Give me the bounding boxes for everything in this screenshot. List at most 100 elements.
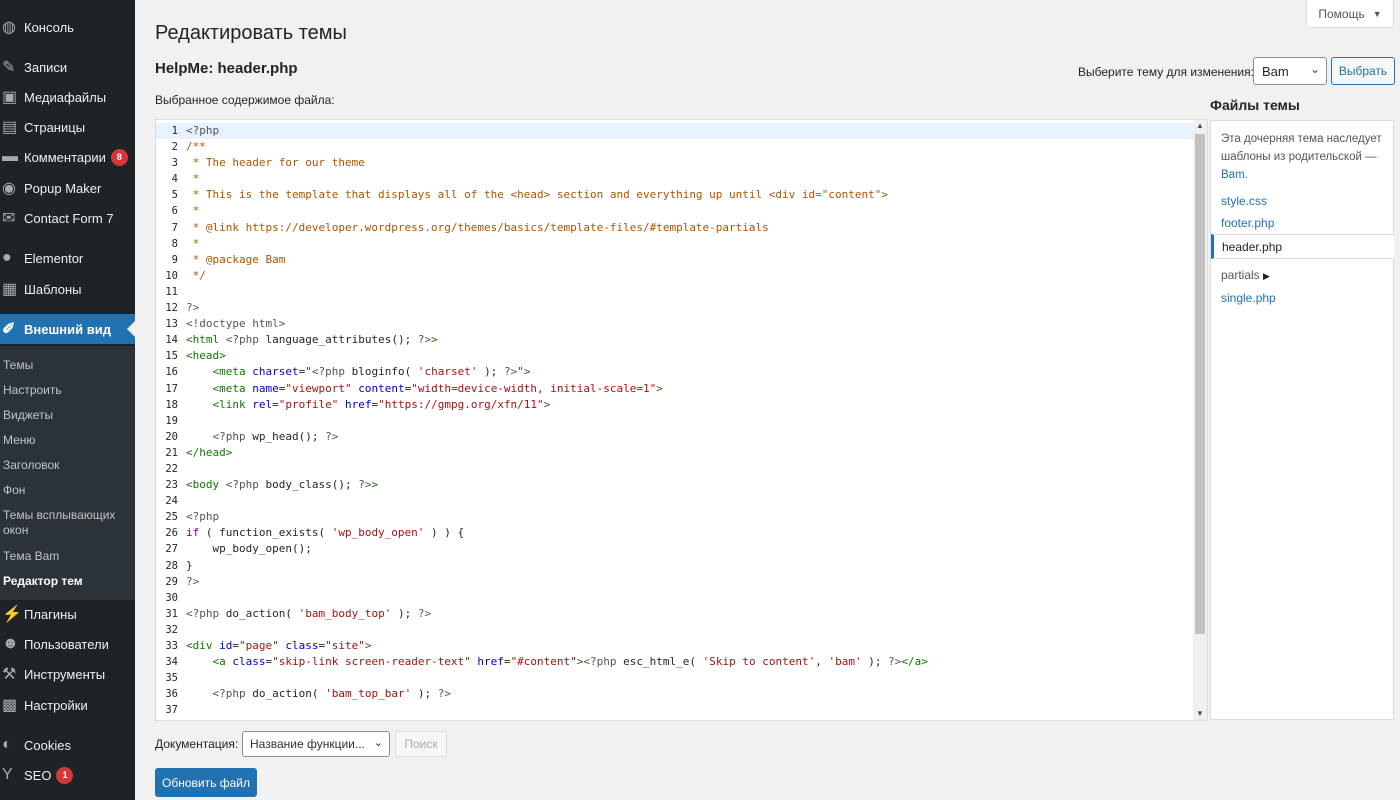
- sidebar-item-templates[interactable]: ▦ Шаблоны: [0, 274, 135, 304]
- editor-scrollbar[interactable]: ▲ ▼: [1193, 120, 1207, 720]
- admin-sidebar: ◍ Консоль ✎ Записи ▣ Медиафайлы ▤ Страницы ▬ Комм…: [0, 0, 135, 800]
- file-link-single-php[interactable]: single.php: [1221, 291, 1276, 305]
- submenu-item[interactable]: Заголовок: [3, 458, 133, 473]
- scroll-down-arrow-icon[interactable]: ▼: [1193, 708, 1207, 720]
- code-line: 7 * @link https://developer.wordpress.or…: [156, 220, 1193, 236]
- comments-icon: ▬: [2, 148, 18, 165]
- sidebar-item-elementor[interactable]: ● Elementor: [0, 243, 135, 273]
- file-link-style-css[interactable]: style.css: [1221, 194, 1267, 208]
- sidebar-item-tools[interactable]: ⚒ Инструменты: [0, 659, 135, 689]
- code-line: 28}: [156, 558, 1193, 574]
- file-link-header-php[interactable]: header.php: [1211, 234, 1394, 259]
- line-number: 23: [165, 479, 178, 492]
- sidebar-item-popup[interactable]: ◉ Popup Maker: [0, 173, 135, 203]
- plugins-icon: ⚡: [2, 606, 22, 623]
- chevron-down-icon: ⌄: [1309, 62, 1320, 76]
- code-line: 19: [156, 413, 1193, 429]
- sidebar-item-label: Записи: [24, 59, 68, 75]
- code-text: <a class="skip-link screen-reader-text" …: [212, 655, 928, 669]
- sidebar-item-dashboard[interactable]: ◍ Консоль: [0, 12, 135, 42]
- line-number: 1: [171, 125, 178, 137]
- mail-icon: ✉: [2, 210, 16, 227]
- sidebar-item-pin[interactable]: ✎ Записи: [0, 52, 135, 82]
- theme-select[interactable]: Bam ⌄: [1253, 57, 1327, 85]
- code-line: 3 * The header for our theme: [156, 155, 1193, 171]
- sidebar-item-appearance[interactable]: ✐ Внешний вид: [0, 314, 135, 344]
- file-content-label: Выбранное содержимое файла:: [155, 93, 335, 107]
- code-line: 36 <?php do_action( 'bam_top_bar' ); ?>: [156, 686, 1193, 702]
- count-badge: 8: [110, 148, 128, 166]
- sidebar-item-label: Cookies: [24, 737, 71, 753]
- code-line: 35: [156, 670, 1193, 686]
- line-number: 32: [165, 623, 178, 636]
- sidebar-item-label: Консоль: [24, 19, 74, 35]
- scroll-up-arrow-icon[interactable]: ▲: [1193, 120, 1207, 132]
- code-text: *: [186, 236, 200, 250]
- scroll-thumb[interactable]: [1195, 134, 1205, 634]
- line-number: 6: [171, 205, 178, 218]
- code-line: 5 * This is the template that displays a…: [156, 187, 1193, 203]
- help-button[interactable]: Помощь ▼: [1306, 0, 1394, 28]
- code-text: </head>: [186, 445, 233, 459]
- code-editor[interactable]: 1 <?php 2/** 3 * The header for our theme 4 …: [155, 119, 1208, 721]
- sidebar-item-pages[interactable]: ▤ Страницы: [0, 112, 135, 142]
- sidebar-item-label: Пользователи: [24, 636, 109, 652]
- submenu-item[interactable]: Редактор тем: [3, 574, 133, 589]
- code-line: 23 <body <?php body_class(); ?>>: [156, 477, 1193, 493]
- child-theme-note-end: .: [1244, 169, 1248, 181]
- file-title: HelpMe: header.php: [155, 60, 298, 77]
- code-text: <body <?php body_class(); ?>>: [186, 478, 379, 492]
- code-text: if ( function_exists( 'wp_body_open' ) )…: [186, 526, 465, 540]
- code-line: 6 *: [156, 203, 1193, 219]
- code-line: 31 <?php do_action( 'bam_body_top' ); ?>: [156, 606, 1193, 622]
- sidebar-item-users[interactable]: ☻ Пользователи: [0, 629, 135, 659]
- code-line: 30: [156, 590, 1193, 606]
- line-number: 17: [165, 382, 178, 395]
- submenu-item[interactable]: Настроить: [3, 383, 133, 398]
- lookup-button[interactable]: Поиск: [395, 731, 447, 757]
- folder-partials[interactable]: partials ▶: [1221, 268, 1270, 282]
- sidebar-item-settings[interactable]: ▩ Настройки: [0, 690, 135, 720]
- code-text: }: [186, 558, 193, 572]
- code-text: <?php: [186, 124, 220, 137]
- code-text: <meta charset="<?php bloginfo( 'charset'…: [212, 365, 531, 379]
- line-number: 21: [165, 446, 178, 459]
- code-line: 22: [156, 461, 1193, 477]
- submenu-item[interactable]: Фон: [3, 483, 133, 498]
- choose-theme-button[interactable]: Выбрать: [1331, 57, 1395, 85]
- parent-theme-link[interactable]: Bam: [1221, 169, 1245, 181]
- submenu-item[interactable]: Виджеты: [3, 408, 133, 423]
- sidebar-item-label: Popup Maker: [24, 180, 102, 196]
- code-line: 17 <meta name="viewport" content="width=…: [156, 381, 1193, 397]
- media-icon: ▣: [2, 89, 18, 106]
- line-number: 24: [165, 495, 178, 508]
- caret-right-icon: ▶: [1263, 271, 1270, 281]
- file-link-footer-php[interactable]: footer.php: [1221, 216, 1274, 230]
- dashboard-icon: ◍: [2, 19, 16, 36]
- submenu-item[interactable]: Меню: [3, 433, 133, 448]
- line-number: 33: [165, 640, 178, 652]
- code-text: <html <?php language_attributes(); ?>>: [186, 333, 438, 347]
- code-line: 33 <div id="page" class="site">: [156, 638, 1193, 654]
- sidebar-item-cookies[interactable]: ◐ Cookies: [0, 730, 135, 760]
- code-text: <head>: [186, 349, 226, 363]
- settings-icon: ▩: [2, 697, 18, 714]
- update-file-button[interactable]: Обновить файл: [155, 768, 257, 797]
- submenu-item[interactable]: Тема Bam: [3, 549, 133, 564]
- sidebar-item-mail[interactable]: ✉ Contact Form 7: [0, 203, 135, 233]
- submenu-item[interactable]: Темы всплывающих окон: [3, 508, 133, 538]
- code-text: ?>: [186, 301, 200, 315]
- documentation-select[interactable]: Название функции... ⌄: [242, 731, 390, 757]
- line-number: 15: [165, 350, 178, 363]
- sidebar-item-plugins[interactable]: ⚡ Плагины: [0, 599, 135, 629]
- sidebar-item-seo[interactable]: Y SEO 1: [0, 760, 135, 790]
- code-line: 24: [156, 493, 1193, 509]
- submenu-item[interactable]: Темы: [3, 358, 133, 373]
- sidebar-item-label: Внешний вид: [24, 321, 111, 337]
- sidebar-item-comments[interactable]: ▬ Комментарии 8: [0, 142, 135, 172]
- line-number: 34: [165, 656, 178, 669]
- code-text: <link rel="profile" href="https://gmpg.o…: [212, 397, 551, 411]
- line-number: 19: [165, 414, 178, 427]
- sidebar-item-media[interactable]: ▣ Медиафайлы: [0, 82, 135, 112]
- line-number: 16: [165, 366, 178, 379]
